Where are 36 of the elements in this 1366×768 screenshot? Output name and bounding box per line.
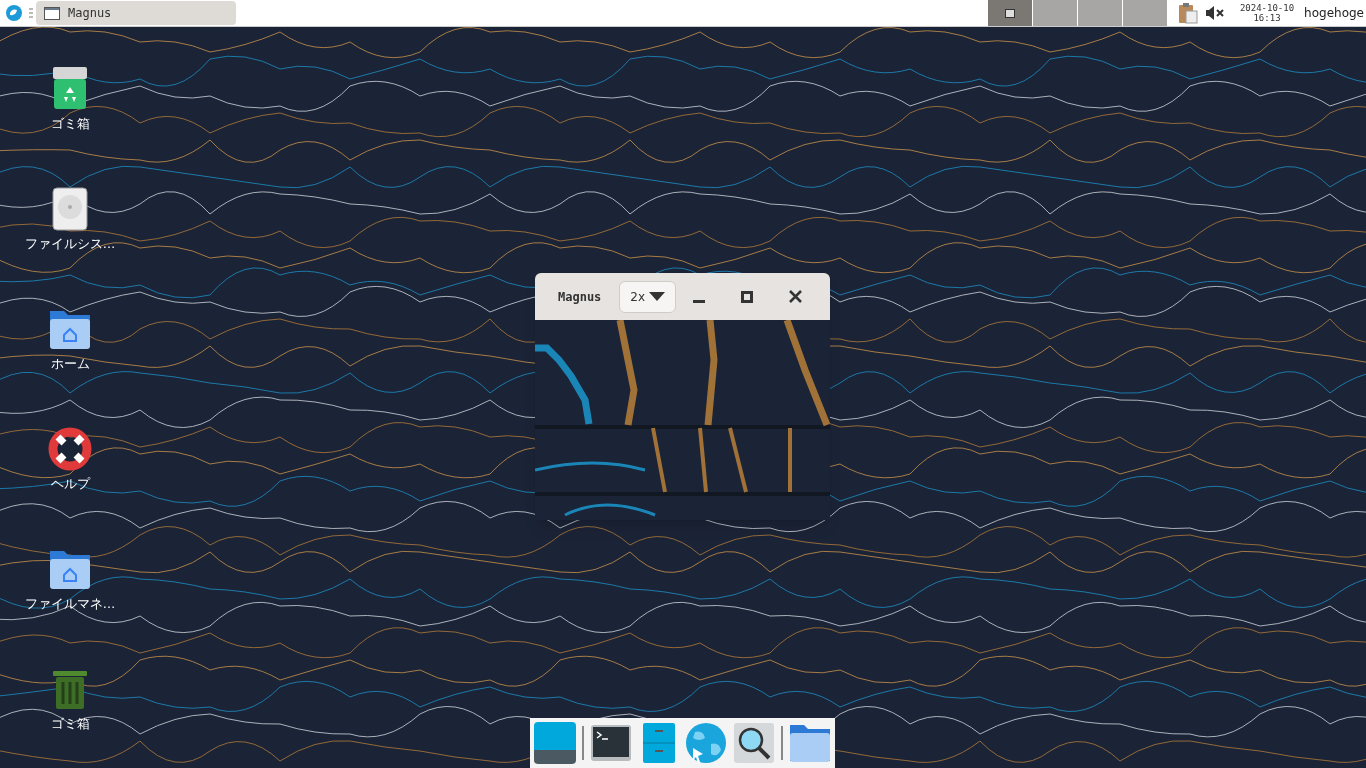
window-thumbnail-icon xyxy=(1004,8,1015,18)
clock[interactable]: 2024-10-10 16:13 xyxy=(1239,3,1295,23)
web-browser-button[interactable] xyxy=(685,722,728,764)
recycle-bin-icon xyxy=(52,67,88,112)
close-icon xyxy=(788,290,802,303)
desktop-icon-label[interactable]: ホーム xyxy=(50,355,90,374)
magnifier-icon xyxy=(734,723,775,763)
life-buoy-icon xyxy=(48,427,92,472)
caret-icon xyxy=(649,292,666,301)
speaker-muted-icon[interactable] xyxy=(1205,6,1224,20)
hard-drive-icon xyxy=(52,187,88,232)
desktop-icon-label[interactable]: ヘルプ xyxy=(50,475,90,494)
app-menu-icon[interactable] xyxy=(5,4,23,22)
window-icon xyxy=(44,6,60,20)
user-name[interactable]: hogehoge xyxy=(1304,4,1364,22)
maximize-icon xyxy=(741,290,753,303)
desktop-icon-label[interactable]: ゴミ箱 xyxy=(50,115,90,134)
terminal-button[interactable] xyxy=(589,722,632,764)
globe-icon xyxy=(685,722,728,764)
window-title: Magnus xyxy=(558,288,602,306)
clipboard-icon[interactable] xyxy=(1177,2,1198,24)
folder-button[interactable] xyxy=(788,722,831,764)
trash-can-icon xyxy=(52,669,88,712)
zoom-level-dropdown[interactable]: 2x xyxy=(619,280,677,313)
desktop-icon-label[interactable]: ファイルマネ… xyxy=(24,595,116,614)
workspace-button[interactable] xyxy=(987,0,1033,26)
folder-icon xyxy=(788,723,831,763)
file-cabinet-icon xyxy=(642,723,675,763)
minimize-icon xyxy=(693,299,705,303)
drag-handle-icon xyxy=(29,8,33,18)
taskbar-window-button[interactable]: Magnus xyxy=(36,1,236,25)
show-desktop-button[interactable] xyxy=(534,722,576,764)
terminal-icon xyxy=(590,725,631,761)
desktop-icon-label[interactable]: ゴミ箱 xyxy=(50,715,90,734)
screenshot-search-button[interactable] xyxy=(733,722,776,764)
desktop-icon-label[interactable]: ファイルシス… xyxy=(24,235,116,254)
